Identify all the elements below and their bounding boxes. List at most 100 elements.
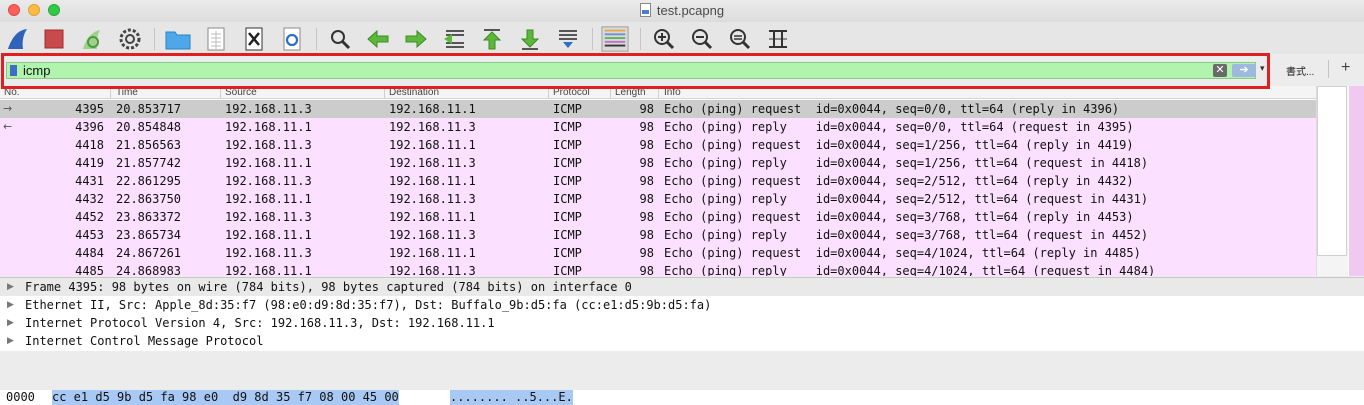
column-header-protocol[interactable]: Protocol (553, 86, 590, 99)
capture-options-button[interactable] (116, 25, 144, 53)
column-header-no[interactable]: No. (4, 86, 20, 99)
save-file-button[interactable] (202, 25, 230, 53)
table-row[interactable]: 4453 23.865734 192.168.11.1 192.168.11.3 ICM… (0, 226, 1316, 244)
apply-filter-button[interactable]: ➔ (1232, 64, 1256, 77)
zoom-in-icon (654, 29, 675, 50)
packet-list-scroll-thumb[interactable] (1317, 86, 1347, 256)
bytes-ascii[interactable]: ........ ..5...E. (450, 390, 573, 405)
cell-source: 192.168.11.1 (225, 156, 312, 170)
normal-size-button[interactable] (726, 25, 754, 53)
table-row[interactable]: 4452 23.863372 192.168.11.3 192.168.11.1 ICM… (0, 208, 1316, 226)
expression-button[interactable]: 書式... (1286, 63, 1314, 78)
detail-row-ethernet[interactable]: ▶ Ethernet II, Src: Apple_8d:35:f7 (98:e0… (0, 296, 1364, 314)
cell-source: 192.168.11.1 (225, 228, 312, 242)
cell-info: Echo (ping) request id=0x0044, seq=3/768… (664, 210, 1134, 224)
cell-destination: 192.168.11.3 (389, 156, 476, 170)
cell-length: 98 (639, 264, 654, 276)
expand-triangle-icon[interactable]: ▶ (7, 332, 14, 350)
display-filter-value[interactable]: icmp (23, 63, 50, 79)
stop-capture-button[interactable] (40, 25, 68, 53)
auto-scroll-button[interactable] (554, 25, 582, 53)
cell-source: 192.168.11.1 (225, 192, 312, 206)
colorize-button[interactable] (601, 25, 629, 53)
display-filter-input[interactable]: icmp ✕ ➔ (6, 62, 1256, 79)
first-packet-button[interactable] (478, 25, 506, 53)
table-row[interactable]: → 4395 20.853717 192.168.11.3 192.168.11.1 IC… (0, 100, 1316, 118)
cell-info: Echo (ping) reply id=0x0044, seq=2/512, … (664, 192, 1149, 206)
zoom-in-button[interactable] (650, 25, 678, 53)
add-filter-button[interactable]: + (1341, 59, 1350, 77)
find-packet-button[interactable] (326, 25, 354, 53)
cell-time: 23.865734 (116, 228, 182, 242)
go-to-packet-button[interactable] (440, 25, 468, 53)
reload-file-icon (283, 27, 301, 51)
expand-triangle-icon[interactable]: ▶ (7, 278, 14, 296)
cell-destination: 192.168.11.3 (389, 120, 476, 134)
cell-no: 4452 (75, 210, 104, 224)
column-header-info[interactable]: Info (664, 86, 681, 99)
main-toolbar (0, 22, 1364, 54)
cell-time: 21.857742 (116, 156, 182, 170)
filter-bookmark-icon[interactable] (10, 65, 17, 76)
shark-fin-icon (8, 29, 27, 49)
zoom-out-icon (692, 29, 713, 50)
cell-no: 4419 (75, 156, 104, 170)
column-header-destination[interactable]: Destination (389, 86, 439, 99)
column-header-time[interactable]: Time (116, 86, 138, 99)
last-packet-button[interactable] (516, 25, 544, 53)
cell-destination: 192.168.11.3 (389, 264, 476, 276)
cell-info: Echo (ping) reply id=0x0044, seq=0/0, tt… (664, 120, 1134, 134)
cell-protocol: ICMP (553, 102, 582, 116)
start-capture-button[interactable] (4, 25, 32, 53)
cell-time: 24.868983 (116, 264, 182, 276)
cell-source: 192.168.11.3 (225, 246, 312, 260)
column-header-length[interactable]: Length (615, 86, 646, 99)
table-row[interactable]: 4485 24.868983 192.168.11.1 192.168.11.3 ICM… (0, 262, 1316, 276)
cell-protocol: ICMP (553, 138, 582, 152)
cell-protocol: ICMP (553, 192, 582, 206)
cell-time: 20.853717 (116, 102, 182, 116)
detail-row-frame[interactable]: ▶ Frame 4395: 98 bytes on wire (784 bits)… (0, 278, 1364, 296)
gear-icon (119, 28, 141, 50)
detail-row-icmp[interactable]: ▶ Internet Control Message Protocol (0, 332, 1364, 350)
zoom-out-button[interactable] (688, 25, 716, 53)
file-grid-icon (207, 27, 225, 51)
detail-row-ipv4[interactable]: ▶ Internet Protocol Version 4, Src: 192.1… (0, 314, 1364, 332)
arrow-right-icon (405, 29, 427, 49)
table-row[interactable]: 4432 22.863750 192.168.11.1 192.168.11.3 ICM… (0, 190, 1316, 208)
table-row[interactable]: ← 4396 20.854848 192.168.11.1 192.168.11.3 IC… (0, 118, 1316, 136)
goto-packet-icon (444, 30, 464, 48)
bytes-row[interactable]: 0000 cc e1 d5 9b d5 fa 98 e0 d9 8d 35 f7… (0, 390, 1364, 405)
cell-destination: 192.168.11.1 (389, 102, 476, 116)
cell-length: 98 (639, 156, 654, 170)
open-file-button[interactable] (164, 25, 192, 53)
clear-filter-button[interactable]: ✕ (1213, 64, 1227, 77)
table-row[interactable]: 4484 24.867261 192.168.11.3 192.168.11.1 ICM… (0, 244, 1316, 262)
resize-columns-button[interactable] (764, 25, 792, 53)
reload-file-button[interactable] (278, 25, 306, 53)
table-row[interactable]: 4419 21.857742 192.168.11.1 192.168.11.3 ICM… (0, 154, 1316, 172)
expand-triangle-icon[interactable]: ▶ (7, 296, 14, 314)
cell-time: 21.856563 (116, 138, 182, 152)
column-header-source[interactable]: Source (225, 86, 257, 99)
cell-time: 20.854848 (116, 120, 182, 134)
cell-protocol: ICMP (553, 120, 582, 134)
restart-capture-button[interactable] (78, 25, 106, 53)
filter-history-dropdown[interactable]: ▾ (1260, 63, 1265, 74)
cell-destination: 192.168.11.3 (389, 192, 476, 206)
go-back-button[interactable] (364, 25, 392, 53)
cell-source: 192.168.11.3 (225, 174, 312, 188)
packet-details-pane: ▶ Frame 4395: 98 bytes on wire (784 bits)… (0, 277, 1364, 351)
packet-intelligent-scrollbar[interactable] (1349, 86, 1364, 276)
table-row[interactable]: 4431 22.861295 192.168.11.3 192.168.11.1 ICM… (0, 172, 1316, 190)
arrow-left-icon (367, 29, 389, 49)
window-title-wrap: test.pcapng (0, 3, 1364, 18)
close-file-button[interactable] (240, 25, 268, 53)
cell-protocol: ICMP (553, 246, 582, 260)
go-forward-button[interactable] (402, 25, 430, 53)
table-row[interactable]: 4418 21.856563 192.168.11.3 192.168.11.1 ICM… (0, 136, 1316, 154)
magnifier-icon (331, 30, 351, 50)
cell-time: 23.863372 (116, 210, 182, 224)
bytes-hex[interactable]: cc e1 d5 9b d5 fa 98 e0 d9 8d 35 f7 08 0… (52, 390, 399, 405)
expand-triangle-icon[interactable]: ▶ (7, 314, 14, 332)
